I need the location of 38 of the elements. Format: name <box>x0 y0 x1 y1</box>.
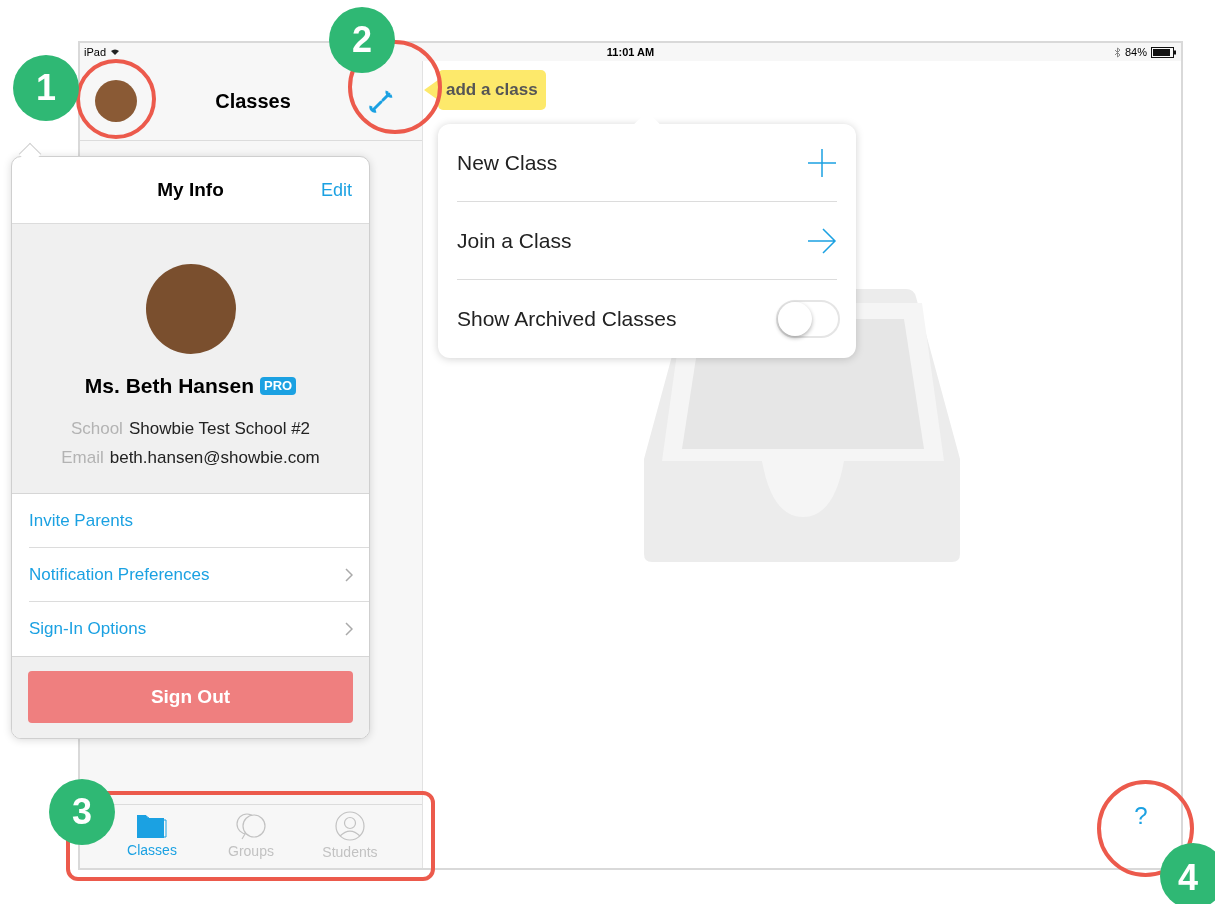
field-value: beth.hansen@showbie.com <box>109 447 320 469</box>
field-label: School <box>70 417 123 440</box>
speech-bubbles-icon <box>234 811 268 840</box>
tab[interactable]: Classes <box>117 812 187 861</box>
sidebar-title: Classes <box>214 88 292 114</box>
profile-name: Ms. Beth Hansen <box>84 373 254 399</box>
callout-number: 4 <box>1160 843 1215 904</box>
chevron-right-icon <box>345 567 353 582</box>
tooltip: add a class <box>438 70 546 110</box>
chevron-right-icon <box>345 622 353 636</box>
device-name: iPad <box>84 44 107 60</box>
folder-icon <box>136 812 168 839</box>
menu-item-label[interactable]: Join a Class <box>457 224 572 257</box>
wifi-icon <box>110 48 121 56</box>
battery-percent: 84% <box>1124 44 1147 60</box>
plus-icon <box>807 147 837 178</box>
field-value: Showbie Test School #2 <box>128 417 311 440</box>
menu-link[interactable]: Notification Preferences <box>29 561 210 588</box>
callout-number: 1 <box>13 55 79 121</box>
field-label: Email <box>61 447 104 469</box>
avatar[interactable] <box>95 79 137 122</box>
sign-out-button[interactable]: Sign Out <box>28 671 353 723</box>
menu-item-label[interactable]: Show Archived Classes <box>457 303 677 335</box>
help-button[interactable]: ? <box>1129 798 1153 834</box>
menu-link[interactable]: Sign-In Options <box>29 616 147 642</box>
menu-link[interactable]: Invite Parents <box>29 507 133 534</box>
bluetooth-icon <box>1113 46 1121 58</box>
popover-title: My Info <box>156 177 225 202</box>
toggle-switch[interactable] <box>776 300 840 338</box>
pro-badge: PRO <box>260 376 297 395</box>
arrow-right-icon <box>807 227 837 254</box>
status-time: 11:01 AM <box>606 44 655 60</box>
battery-icon <box>1151 46 1177 58</box>
edit-button[interactable]: Edit <box>292 176 352 204</box>
menu-item-label[interactable]: New Class <box>457 146 558 179</box>
person-icon <box>335 810 365 841</box>
callout-number: 3 <box>49 779 115 845</box>
callout-number: 2 <box>329 7 395 73</box>
